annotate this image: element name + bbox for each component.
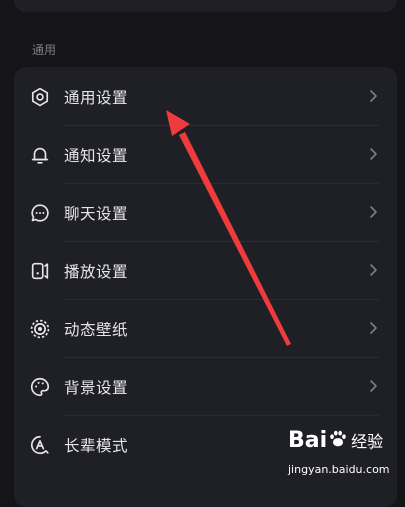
settings-row-label: 播放设置 xyxy=(64,263,129,281)
settings-row-label: 长辈模式 xyxy=(64,437,129,455)
settings-row-label: 聊天设置 xyxy=(64,205,129,223)
chevron-right-icon xyxy=(367,263,379,277)
chevron-right-icon xyxy=(367,89,379,103)
gear-icon xyxy=(29,86,51,108)
settings-row-label: 动态壁纸 xyxy=(64,321,129,339)
watermark-brand: Bai xyxy=(288,428,328,453)
bell-icon xyxy=(29,144,51,166)
chevron-right-icon xyxy=(367,379,379,393)
play-device-icon xyxy=(29,260,51,282)
chevron-right-icon xyxy=(367,147,379,161)
chevron-right-icon xyxy=(367,205,379,219)
chat-bubble-icon xyxy=(29,202,51,224)
settings-row-label: 背景设置 xyxy=(64,379,129,397)
settings-row-label: 通知设置 xyxy=(64,147,129,165)
settings-row-notifications[interactable]: 通知设置 xyxy=(14,125,397,183)
settings-row-playback[interactable]: 播放设置 xyxy=(14,241,397,299)
settings-row-chat[interactable]: 聊天设置 xyxy=(14,183,397,241)
paw-icon xyxy=(330,430,346,447)
settings-row-general[interactable]: 通用设置 xyxy=(14,67,397,125)
watermark-url: jingyan.baidu.com xyxy=(288,463,390,476)
chevron-right-icon xyxy=(367,321,379,335)
baidu-jingyan-watermark: Bai 经验 jingyan.baidu.com xyxy=(258,423,405,485)
live-wallpaper-icon xyxy=(29,318,51,340)
watermark-suffix: 经验 xyxy=(351,432,384,451)
section-title: 通用 xyxy=(32,43,57,57)
settings-row-label: 通用设置 xyxy=(64,89,129,107)
settings-row-live-wallpaper[interactable]: 动态壁纸 xyxy=(14,299,397,357)
previous-section-card xyxy=(14,0,397,12)
settings-row-background[interactable]: 背景设置 xyxy=(14,357,397,415)
palette-icon xyxy=(29,376,51,398)
elder-mode-icon xyxy=(29,434,51,456)
